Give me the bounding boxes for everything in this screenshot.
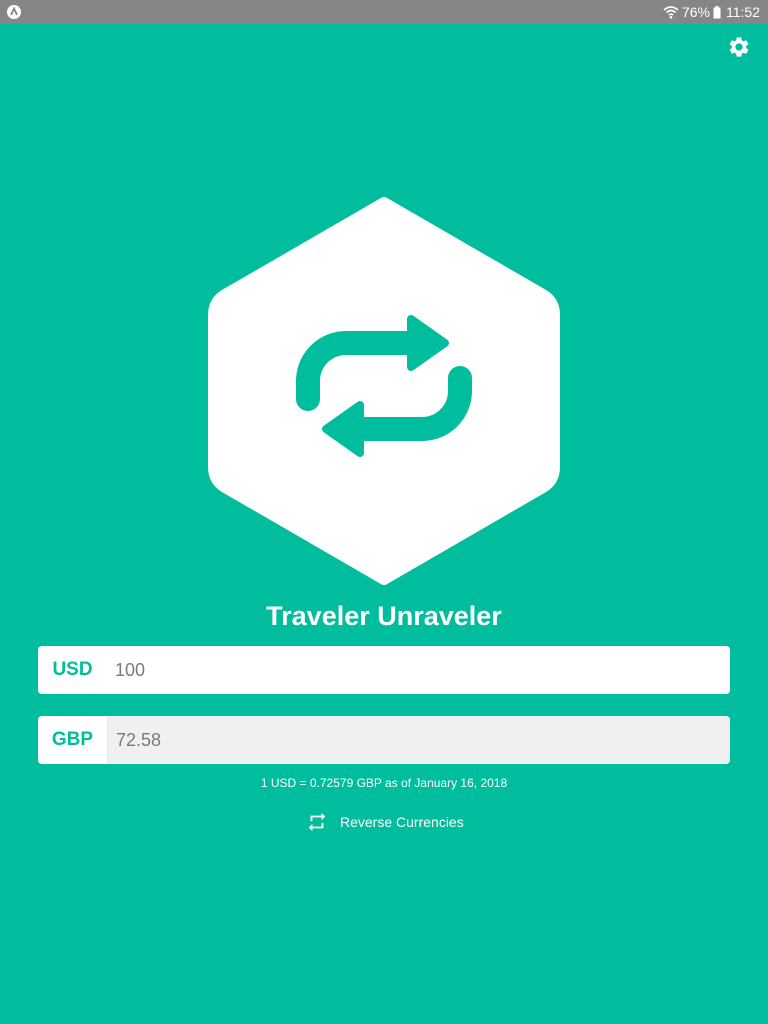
quote-currency-row: GBP xyxy=(38,716,730,764)
base-amount-input[interactable] xyxy=(107,646,730,694)
reverse-currencies-label: Reverse Currencies xyxy=(340,814,464,830)
wifi-icon xyxy=(663,6,679,19)
status-bar: 76% 11:52 xyxy=(0,0,768,24)
status-right: 76% 11:52 xyxy=(663,0,760,24)
gear-icon[interactable] xyxy=(727,35,751,59)
battery-icon xyxy=(713,5,721,18)
battery-percent: 76% xyxy=(681,4,710,20)
base-currency-row: USD xyxy=(38,646,730,694)
quote-amount-input xyxy=(107,716,730,764)
reverse-currencies-button[interactable]: Reverse Currencies xyxy=(306,810,464,834)
app-logo xyxy=(208,197,560,585)
base-currency-button[interactable]: USD xyxy=(38,646,107,694)
quote-currency-button[interactable]: GBP xyxy=(38,716,107,764)
notification-app-icon xyxy=(7,5,21,19)
app-title: Traveler Unraveler xyxy=(266,601,502,631)
conversion-rate-text: 1 USD = 0.72579 GBP as of January 16, 20… xyxy=(260,776,508,790)
logo-hexagon xyxy=(208,197,560,585)
repeat-icon xyxy=(308,812,326,832)
status-time: 11:52 xyxy=(726,4,760,20)
